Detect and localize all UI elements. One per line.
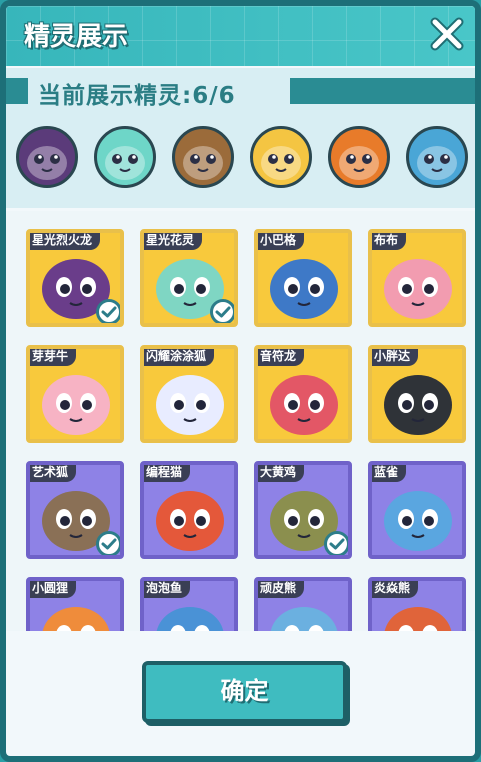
sprite-name-label: 星光花灵 [144,233,203,250]
sprite-name-label: 小圆狸 [30,581,77,598]
sprite-card[interactable]: 星光花灵 [140,229,238,327]
sprite-name-label: 星光烈火龙 [30,233,101,250]
sprite-name-label: 艺术狐 [30,465,77,482]
sprite-grid: 星光烈火龙 星光花灵 小巴格 布布芽芽牛 闪耀涂涂狐 音符龙 小胖达艺术狐 编程猫 大黄鸡 蓝雀小… [6,211,475,631]
sprite-name-label: 小巴格 [258,233,305,250]
sprite-card[interactable]: 小圆狸 [26,577,124,631]
sprite-name-label: 蓝雀 [372,465,407,482]
sprite-card[interactable]: 闪耀涂涂狐 [140,345,238,443]
sprite-card[interactable]: 芽芽牛 [26,345,124,443]
sprite-name-label: 大黄鸡 [258,465,305,482]
purple-dragon-avatar[interactable] [16,126,78,188]
sprite-name-label: 布布 [372,233,407,250]
confirm-button[interactable]: 确定 [142,661,347,723]
sprite-name-label: 编程猫 [144,465,191,482]
selected-check-icon [96,531,120,555]
shown-sprites-row [16,126,475,196]
sprite-name-label: 芽芽牛 [30,349,77,366]
sprite-card[interactable]: 小巴格 [254,229,352,327]
sprite-card[interactable]: 大黄鸡 [254,461,352,559]
brown-monkey-avatar[interactable] [172,126,234,188]
teal-flower-avatar[interactable] [94,126,156,188]
sprite-card[interactable]: 小胖达 [368,345,466,443]
confirm-button-label: 确定 [220,677,269,705]
sprite-name-label: 闪耀涂涂狐 [144,349,215,366]
selected-check-icon [96,299,120,323]
sprite-name-label: 顽皮熊 [258,581,305,598]
shown-count-label: 当前展示精灵:6/6 [38,83,236,109]
yellow-duck-pilot-avatar[interactable] [250,126,312,188]
selected-check-icon [210,299,234,323]
header-bar-right [290,78,475,104]
sprite-card[interactable]: 编程猫 [140,461,238,559]
sprite-name-label: 音符龙 [258,349,305,366]
sprite-card[interactable]: 炎焱熊 [368,577,466,631]
sprite-name-label: 泡泡鱼 [144,581,191,598]
panel-title: 精灵展示 [24,22,129,52]
sprite-card[interactable]: 顽皮熊 [254,577,352,631]
sprite-card[interactable]: 泡泡鱼 [140,577,238,631]
selected-check-icon [324,531,348,555]
sprite-card[interactable]: 布布 [368,229,466,327]
sprite-card[interactable]: 蓝雀 [368,461,466,559]
sprite-name-label: 小胖达 [372,349,419,366]
sprite-name-label: 炎焱熊 [372,581,419,598]
close-icon[interactable] [427,14,467,54]
title-bar: 精灵展示 [6,6,475,66]
blue-crystal-avatar[interactable] [406,126,468,188]
sprite-display-panel: 精灵展示 当前展示精灵:6/6 星光烈火龙 星光花灵 小巴格 布布芽芽牛 闪耀涂涂狐 音符… [0,0,481,762]
sprite-card[interactable]: 艺术狐 [26,461,124,559]
sprite-card[interactable]: 星光烈火龙 [26,229,124,327]
sprite-card[interactable]: 音符龙 [254,345,352,443]
header-bar-left [6,78,28,104]
orange-lion-avatar[interactable] [328,126,390,188]
